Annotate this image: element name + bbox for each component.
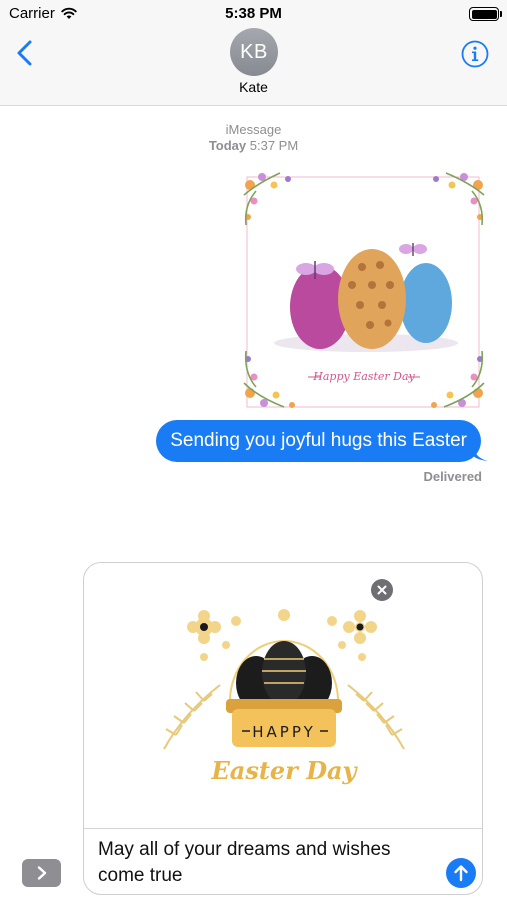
message-draft[interactable]: May all of your dreams and wishes come t… xyxy=(98,837,428,889)
wheat-left-icon xyxy=(163,684,221,750)
remove-attachment-button[interactable] xyxy=(371,579,393,601)
contact-avatar[interactable]: KB xyxy=(230,28,278,76)
contact-name[interactable]: Kate xyxy=(0,79,507,95)
expand-apps-button[interactable] xyxy=(22,859,61,887)
sticker-script-text: Easter Day xyxy=(210,756,358,785)
timestamp-time: 5:37 PM xyxy=(249,138,299,153)
clock: 5:38 PM xyxy=(225,5,282,22)
floral-corner-bottom-right xyxy=(431,350,485,408)
chevron-right-icon xyxy=(37,866,46,880)
info-icon[interactable] xyxy=(461,40,489,68)
flower-icon xyxy=(343,610,377,644)
sticker-caption: Happy Easter Day xyxy=(312,370,415,383)
blue-egg xyxy=(400,263,452,343)
battery-icon xyxy=(469,7,502,21)
floral-corner-top-left xyxy=(243,172,291,226)
orange-egg xyxy=(338,249,406,349)
close-icon xyxy=(377,585,387,595)
delivery-status: Delivered xyxy=(423,469,482,484)
flower-icon xyxy=(187,610,221,644)
sticker-banner-text: HAPPY xyxy=(252,723,315,741)
butterfly-icon xyxy=(399,243,427,256)
arrow-up-icon xyxy=(454,865,468,882)
easter-eggs-sticker[interactable]: Happy Easter Day xyxy=(240,165,488,415)
status-bar: Carrier 5:38 PM xyxy=(0,0,507,28)
message-timestamp: Today 5:37 PM xyxy=(0,138,507,153)
timestamp-day: Today xyxy=(208,138,247,153)
wheat-right-icon xyxy=(347,684,405,750)
send-button[interactable] xyxy=(446,858,476,888)
sent-message-bubble[interactable]: Sending you joyful hugs this Easter xyxy=(156,420,481,462)
bubble-tail xyxy=(473,446,488,461)
floral-corner-top-right xyxy=(433,172,485,226)
back-chevron-icon[interactable] xyxy=(10,38,40,68)
compose-divider xyxy=(84,828,482,829)
compose-field[interactable]: HAPPY Easter Day May all of your dreams … xyxy=(83,562,483,895)
service-label: iMessage xyxy=(225,122,282,137)
conversation-header: KB Kate xyxy=(0,28,507,106)
happy-easter-basket-sticker: HAPPY Easter Day xyxy=(163,609,405,785)
floral-corner-bottom-left xyxy=(243,350,295,408)
